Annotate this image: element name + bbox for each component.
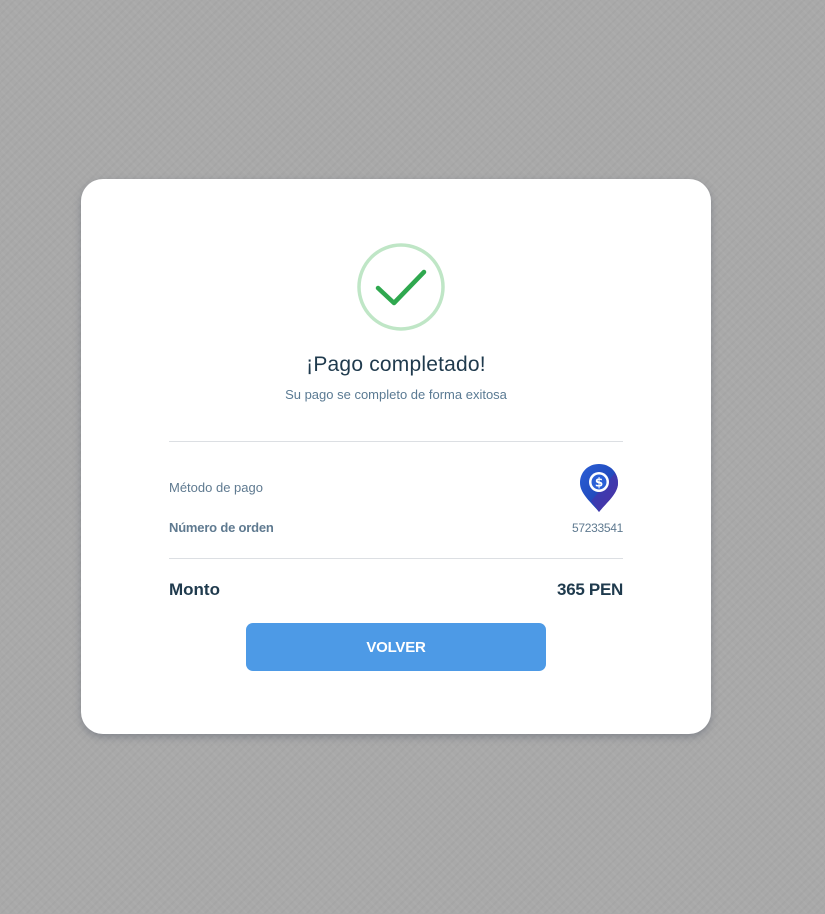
payment-method-label: Método de pago <box>169 480 263 495</box>
divider <box>169 558 623 559</box>
amount-value: 365 PEN <box>557 580 623 599</box>
payment-confirmation-card: ¡Pago completado! Su pago se completo de… <box>81 179 711 734</box>
svg-text:$: $ <box>595 476 603 490</box>
back-button[interactable]: VOLVER <box>246 623 546 671</box>
divider <box>169 441 623 442</box>
location-pin-dollar-icon: $ <box>580 464 618 512</box>
check-circle-icon <box>357 243 445 331</box>
order-number-label: Número de orden <box>169 520 274 535</box>
page-title: ¡Pago completado! <box>306 353 486 376</box>
page-subtitle: Su pago se completo de forma exitosa <box>285 387 507 402</box>
amount-label: Monto <box>169 580 220 599</box>
order-number-value: 57233541 <box>572 521 623 535</box>
